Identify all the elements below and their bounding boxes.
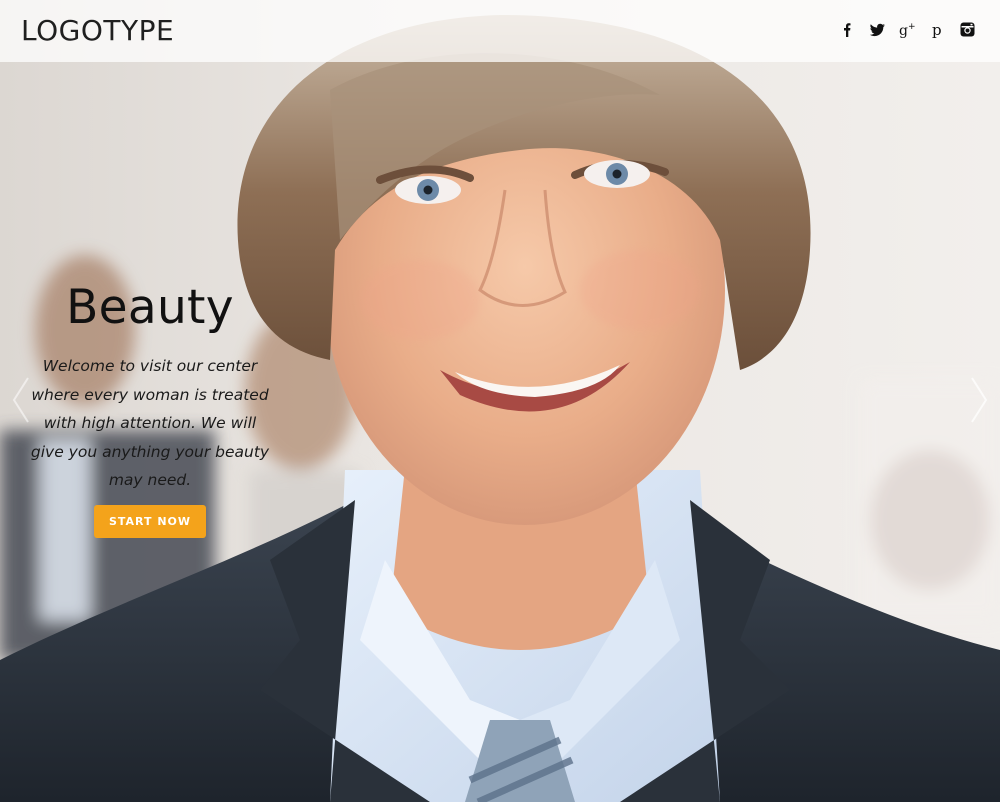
twitter-icon [869,23,885,37]
pinterest-icon: p [932,21,942,38]
slider-next-button[interactable] [964,370,994,430]
facebook-link[interactable] [839,21,856,38]
google-plus-icon: g + [899,22,916,38]
google-plus-link[interactable]: g + [899,21,916,38]
instagram-icon [960,22,975,37]
svg-text:+: + [908,22,916,32]
site-header: LOGOTYPE g + p [0,0,1000,62]
facebook-icon [844,23,851,37]
svg-text:g: g [899,23,908,38]
slide-title: Beauty [66,280,234,335]
slide-description: Welcome to visit our center where every … [30,357,270,489]
slide-caption: Beauty Welcome to visit our center where… [30,276,270,538]
pinterest-link[interactable]: p [929,21,946,38]
start-now-button[interactable]: START NOW [94,504,206,538]
social-links: g + p [839,21,976,38]
instagram-link[interactable] [959,21,976,38]
logo[interactable]: LOGOTYPE [21,15,174,47]
twitter-link[interactable] [869,21,886,38]
svg-text:p: p [932,21,942,38]
chevron-right-icon [971,377,988,423]
